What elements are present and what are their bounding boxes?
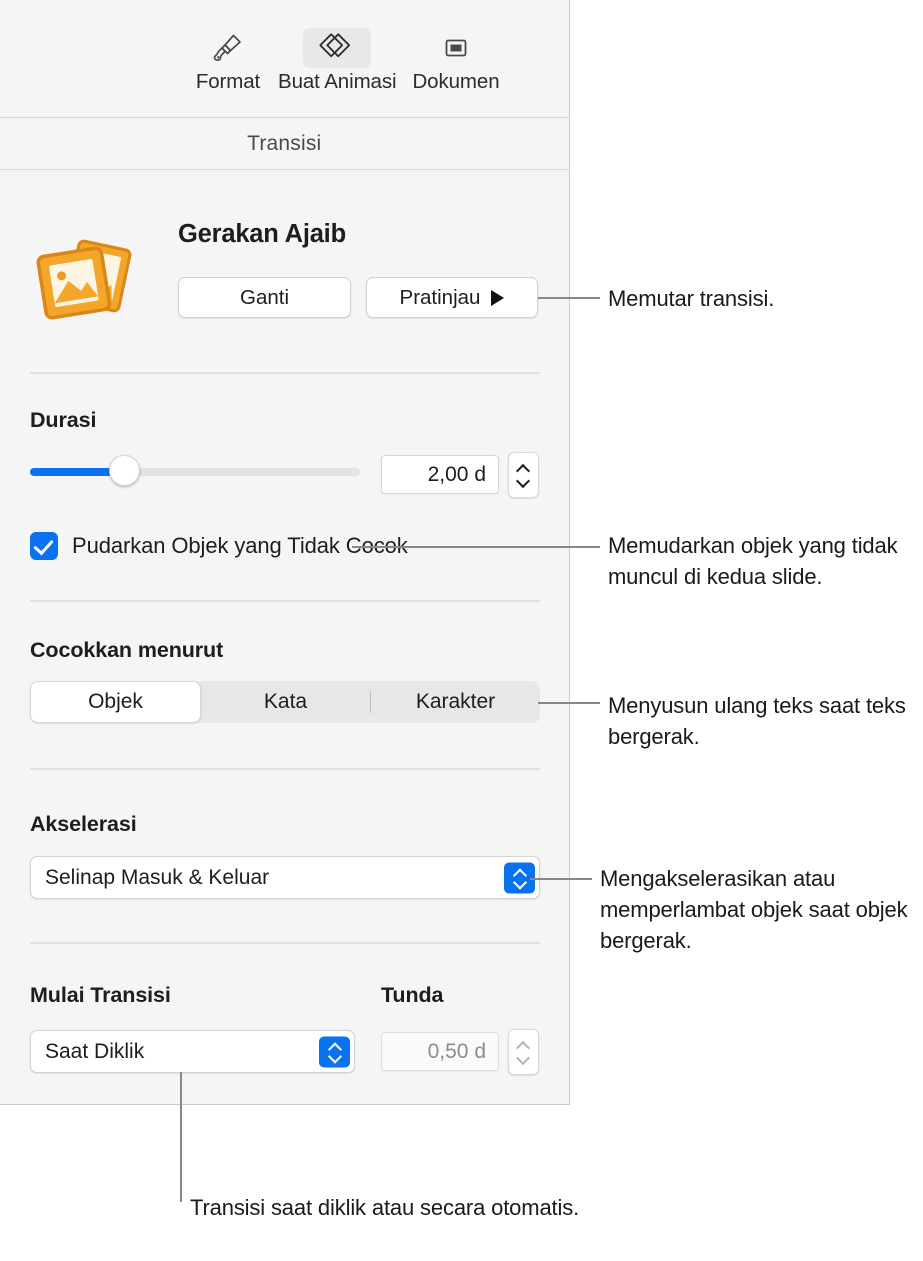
chevron-down-icon[interactable] [517,478,530,485]
play-icon [491,289,505,306]
segment-karakter[interactable]: Karakter [371,681,540,723]
duration-label: Durasi [30,408,97,432]
tab-format-label: Format [195,70,261,93]
segment-kata[interactable]: Kata [201,681,370,723]
transition-name: Gerakan Ajaib [178,220,346,248]
transition-photos-icon [28,232,136,332]
delay-value-field[interactable]: 0,50 d [381,1032,499,1071]
duration-value-field[interactable]: 2,00 d [381,455,499,494]
segment-objek[interactable]: Objek [30,681,201,723]
callout-start: Transisi saat diklik atau secara otomati… [190,1195,580,1220]
acceleration-value: Selinap Masuk & Keluar [45,865,270,889]
chevron-down-icon[interactable] [517,1055,530,1062]
inspector-panel: Format Buat Animasi Dokumen Transisi Ger… [0,0,570,1105]
fade-unmatched-checkbox[interactable] [30,532,58,560]
section-title: Transisi [247,131,322,155]
tab-buat-animasi[interactable]: Buat Animasi [270,28,404,94]
leader-line-fade [352,546,600,548]
tab-dokumen-label: Dokumen [412,70,500,93]
duration-stepper[interactable] [508,452,539,498]
callout-preview: Memutar transisi. [608,286,775,311]
match-by-label: Cocokkan menurut [30,638,224,662]
change-transition-button[interactable]: Ganti [178,277,351,318]
acceleration-label: Akselerasi [30,812,137,836]
chevron-up-icon[interactable] [517,465,530,472]
divider-after-acceleration [30,942,540,944]
start-transition-popup-menu[interactable]: Saat Diklik [30,1030,355,1073]
fade-unmatched-row[interactable]: Pudarkan Objek yang Tidak Cocok [30,532,408,560]
leader-line-match [538,702,600,704]
chevron-down-icon [513,880,526,887]
tab-dokumen[interactable]: Dokumen [404,28,507,94]
divider-after-transition [30,372,540,374]
match-by-segmented-control[interactable]: Objek Kata Karakter [30,681,540,723]
divider-after-match [30,768,540,770]
delay-label: Tunda [381,983,444,1007]
tab-buat-animasi-label: Buat Animasi [278,70,397,93]
duration-slider[interactable] [30,455,360,486]
transition-diamonds-icon [303,28,372,68]
delay-stepper[interactable] [508,1029,539,1075]
leader-line-start [180,1072,182,1202]
callout-match: Menyusun ulang teks saat teks bergerak. [608,693,906,749]
chevron-down-icon [328,1054,341,1061]
leader-line-preview [538,297,600,299]
paintbrush-icon [194,28,262,68]
start-transition-label: Mulai Transisi [30,983,171,1007]
acceleration-popup-menu[interactable]: Selinap Masuk & Keluar [30,856,540,899]
slider-knob[interactable] [109,455,140,486]
start-transition-value: Saat Diklik [45,1039,145,1063]
popup-chevrons-icon[interactable] [319,1036,350,1067]
tab-format[interactable]: Format [186,28,270,94]
chevron-up-icon[interactable] [517,1042,530,1049]
document-icon [422,28,490,68]
leader-line-acceleration [530,878,592,880]
inspector-toolbar: Format Buat Animasi Dokumen [0,0,569,118]
section-header: Transisi [0,118,569,170]
callout-fade: Memudarkan objek yang tidak muncul di ke… [608,533,898,589]
callout-acceleration: Mengakselerasikan atau memperlambat obje… [600,866,908,953]
divider-after-fade [30,600,540,602]
preview-transition-button[interactable]: Pratinjau [366,277,538,318]
preview-button-label: Pratinjau [399,285,481,309]
